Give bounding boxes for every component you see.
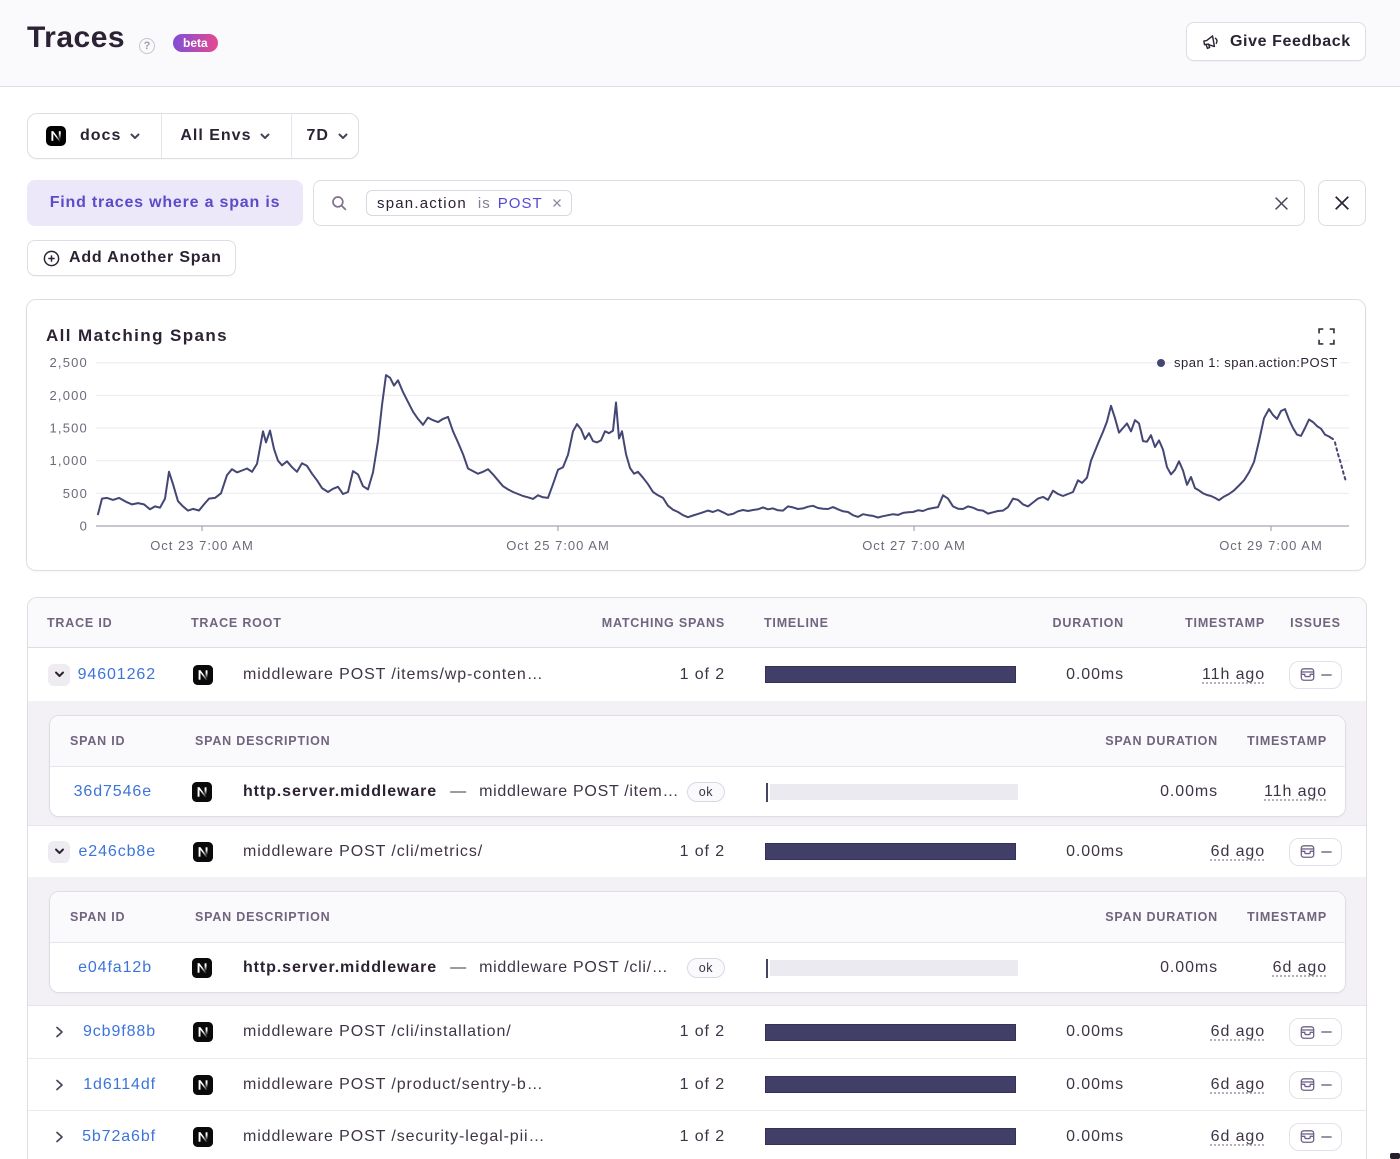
svg-text:1,500: 1,500 <box>49 421 88 436</box>
svg-text:500: 500 <box>63 486 88 501</box>
svg-text:2,500: 2,500 <box>49 355 88 370</box>
svg-text:Oct 23 7:00 AM: Oct 23 7:00 AM <box>150 538 254 553</box>
svg-text:Oct 25 7:00 AM: Oct 25 7:00 AM <box>506 538 610 553</box>
svg-text:1,000: 1,000 <box>49 453 88 468</box>
svg-text:Oct 27 7:00 AM: Oct 27 7:00 AM <box>862 538 966 553</box>
svg-text:0: 0 <box>80 519 88 534</box>
svg-text:2,000: 2,000 <box>49 388 88 403</box>
svg-text:Oct 29 7:00 AM: Oct 29 7:00 AM <box>1219 538 1323 553</box>
